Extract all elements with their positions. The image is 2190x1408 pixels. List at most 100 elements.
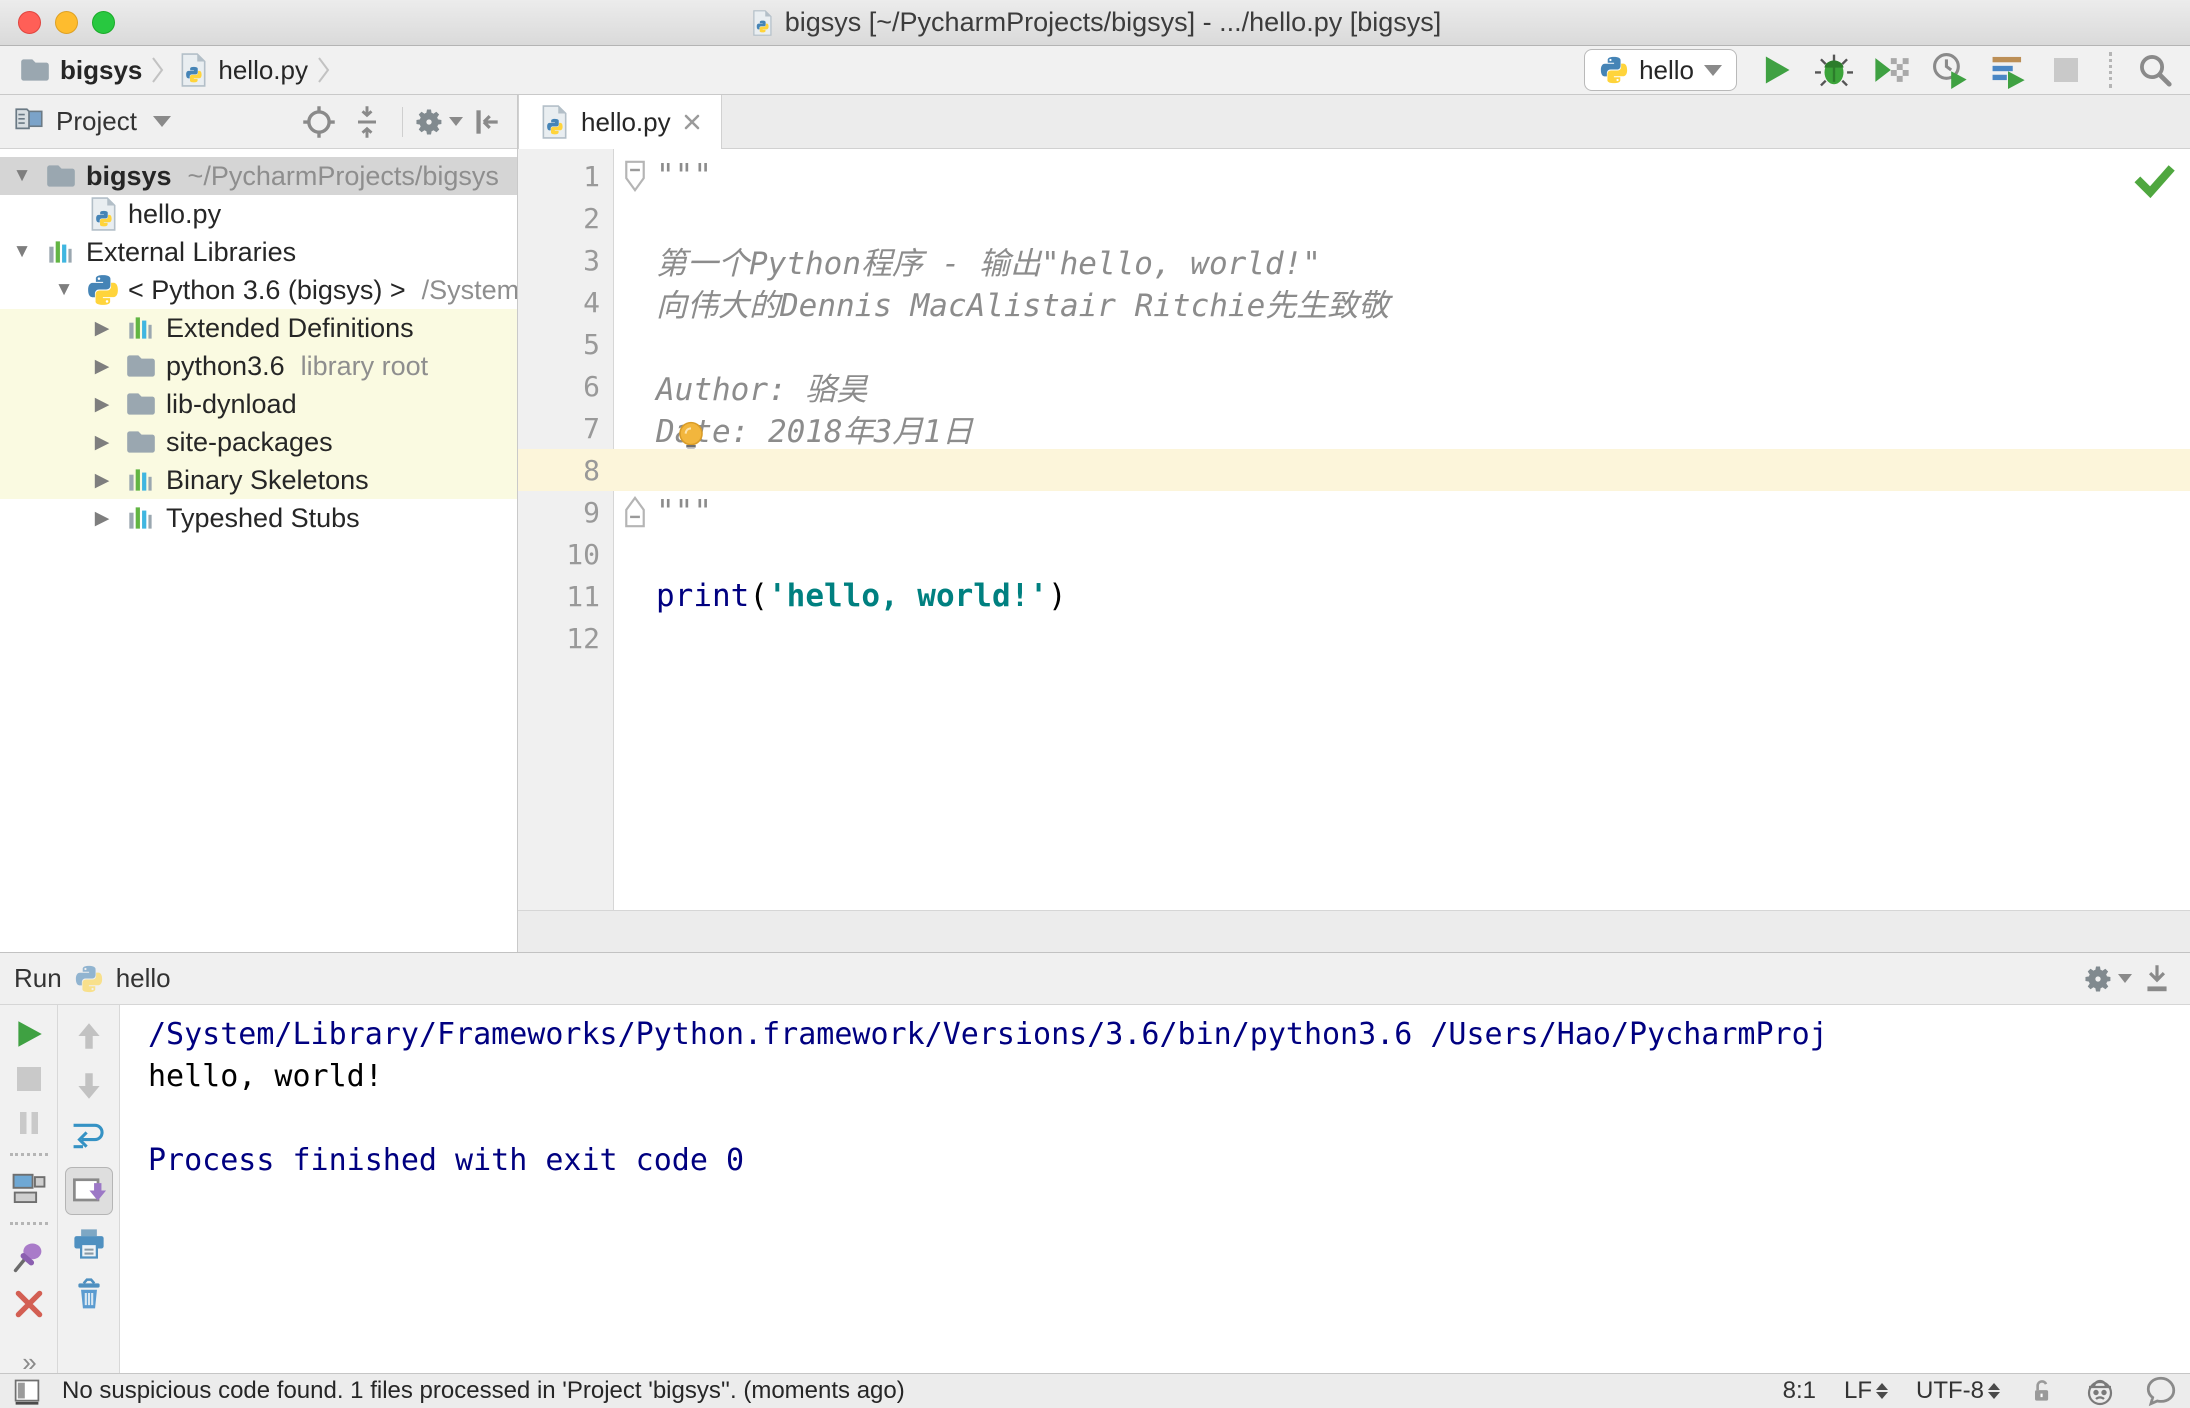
folder-icon: [16, 51, 54, 89]
toggle-toolwindows-icon[interactable]: [12, 1377, 42, 1405]
settings-gear-button[interactable]: [2085, 960, 2132, 998]
breadcrumb-item-project[interactable]: bigsys: [60, 55, 142, 86]
hector-inspection-icon[interactable]: [2084, 1375, 2116, 1407]
line-ending-selector[interactable]: LF: [1844, 1377, 1888, 1405]
tree-item-typeshed-stubs[interactable]: ▶ Typeshed Stubs: [0, 499, 517, 537]
separator: [9, 1153, 48, 1156]
stop-button[interactable]: [2047, 51, 2085, 89]
tree-item-hint: library root: [300, 350, 429, 381]
run-tool-window: Run hello » /System/Library/Frameworks/P…: [0, 952, 2190, 1377]
tree-item-extended-definitions[interactable]: ▶ Extended Definitions: [0, 309, 517, 347]
caret-position-indicator[interactable]: 8:1: [1783, 1377, 1816, 1405]
tree-item-bigsys[interactable]: ▼ bigsys ~/PycharmProjects/bigsys: [0, 157, 517, 195]
pin-tab-button[interactable]: [10, 1239, 48, 1275]
collapse-arrow-icon[interactable]: ▶: [88, 469, 116, 492]
code-line-5[interactable]: 5: [518, 323, 2190, 365]
collapse-arrow-icon[interactable]: ▶: [88, 431, 116, 454]
project-panel-title[interactable]: Project: [56, 106, 137, 137]
locate-file-button[interactable]: [300, 103, 338, 141]
fold-marker-icon[interactable]: [614, 159, 656, 193]
project-panel-header: Project: [0, 95, 517, 149]
run-panel-title[interactable]: Run: [14, 963, 62, 994]
stop-process-button[interactable]: [10, 1063, 48, 1095]
code-line-7[interactable]: 7 Date: 2018年3月1日: [518, 407, 2190, 459]
tree-item-binary-skeletons[interactable]: ▶ Binary Skeletons: [0, 461, 517, 499]
run-configuration-selector[interactable]: hello: [1584, 49, 1737, 91]
search-everywhere-button[interactable]: [2136, 51, 2174, 89]
encoding-selector[interactable]: UTF-8: [1916, 1377, 2000, 1405]
code-line-1[interactable]: 1 """: [518, 155, 2190, 197]
run-button[interactable]: [1757, 51, 1795, 89]
python-file-icon: [749, 9, 775, 36]
line-number: 6: [583, 369, 600, 403]
lock-icon[interactable]: [2028, 1376, 2056, 1406]
fold-marker-icon[interactable]: [614, 495, 656, 529]
debug-button[interactable]: [1815, 51, 1853, 89]
run-with-coverage-button[interactable]: [1873, 51, 1911, 89]
concurrency-diagram-button[interactable]: [1989, 51, 2027, 89]
collapse-arrow-icon[interactable]: ▶: [88, 317, 116, 340]
rerun-button[interactable]: [10, 1017, 48, 1051]
expand-arrow-icon[interactable]: ▼: [8, 165, 36, 187]
close-window-button[interactable]: [18, 11, 41, 34]
code-line-9[interactable]: 9 """: [518, 491, 2190, 533]
tree-item-site-packages[interactable]: ▶ site-packages: [0, 423, 517, 461]
code-line-12[interactable]: 12: [518, 617, 2190, 659]
soft-wrap-button[interactable]: [70, 1117, 108, 1155]
collapse-arrow-icon[interactable]: ▶: [88, 355, 116, 378]
down-stacktrace-button[interactable]: [70, 1067, 108, 1105]
collapse-arrow-icon[interactable]: ▶: [88, 507, 116, 530]
scroll-to-end-button[interactable]: [64, 1167, 113, 1215]
event-log-bubble-icon[interactable]: [2144, 1374, 2178, 1408]
console-line: /System/Library/Frameworks/Python.framew…: [148, 1017, 1828, 1052]
tree-item-hello-py[interactable]: hello.py: [0, 195, 517, 233]
run-panel-header: Run hello: [0, 953, 2190, 1005]
hide-panel-button[interactable]: [467, 103, 505, 141]
chevron-down-icon[interactable]: [152, 116, 171, 127]
tree-item-python-3-6-bigsys[interactable]: ▼ < Python 3.6 (bigsys) > /System: [0, 271, 517, 309]
code-line-4[interactable]: 4 向伟大的Dennis MacAlistair Ritchie先生致敬: [518, 281, 2190, 324]
collapse-all-button[interactable]: [348, 103, 386, 141]
line-number: 4: [583, 285, 600, 319]
library-icon: [124, 311, 158, 345]
clear-all-button[interactable]: [70, 1275, 108, 1313]
profile-button[interactable]: [1931, 51, 1969, 89]
tab-hello-py[interactable]: hello.py: [518, 95, 722, 149]
minimize-window-button[interactable]: [55, 11, 78, 34]
code-line-3[interactable]: 3 第一个Python程序 - 输出"hello, world!": [518, 239, 2190, 282]
breadcrumb-item-file[interactable]: hello.py: [218, 55, 308, 86]
pause-output-button[interactable]: [10, 1107, 48, 1139]
status-message[interactable]: No suspicious code found. 1 files proces…: [62, 1377, 905, 1405]
zoom-window-button[interactable]: [92, 11, 115, 34]
line-number: 11: [566, 579, 600, 613]
code-text: Author: 骆昊: [656, 371, 868, 408]
expand-arrow-icon[interactable]: ▼: [8, 241, 36, 263]
editor-body[interactable]: 1 """ 2 3 第一个Python程序 - 输出"hello, world!" 4 向伟…: [518, 149, 2190, 910]
collapse-arrow-icon[interactable]: ▶: [88, 393, 116, 416]
code-line-11[interactable]: 11 print('hello, world!'): [518, 575, 2190, 617]
code-line-8[interactable]: 8: [518, 449, 2190, 491]
tree-item-lib-dynload[interactable]: ▶ lib-dynload: [0, 385, 517, 423]
hide-tool-window-button[interactable]: [2138, 960, 2176, 998]
close-tab-icon[interactable]: [681, 111, 703, 133]
up-stacktrace-button[interactable]: [70, 1017, 108, 1055]
line-number: 3: [583, 243, 600, 277]
code-text: 第一个Python程序 - 输出"hello, world!": [656, 245, 1321, 282]
folder-icon: [124, 425, 158, 459]
run-console-output[interactable]: /System/Library/Frameworks/Python.framew…: [120, 1005, 2190, 1373]
expand-arrow-icon[interactable]: ▼: [50, 279, 78, 301]
settings-gear-button[interactable]: [416, 103, 463, 141]
code-line-2[interactable]: 2: [518, 197, 2190, 239]
restore-layout-button[interactable]: [10, 1170, 48, 1208]
folder-icon: [124, 387, 158, 421]
print-button[interactable]: [70, 1225, 108, 1263]
close-tab-button[interactable]: [10, 1287, 48, 1321]
tree-item-external-libraries[interactable]: ▼ External Libraries: [0, 233, 517, 271]
code-line-6[interactable]: 6 Author: 骆昊: [518, 365, 2190, 408]
code-line-10[interactable]: 10: [518, 533, 2190, 575]
inspection-ok-check-icon[interactable]: [2132, 161, 2176, 201]
tree-item-label: site-packages: [166, 426, 333, 457]
run-control-toolbar: »: [0, 1005, 58, 1377]
tree-item-python3-6[interactable]: ▶ python3.6 library root: [0, 347, 517, 385]
